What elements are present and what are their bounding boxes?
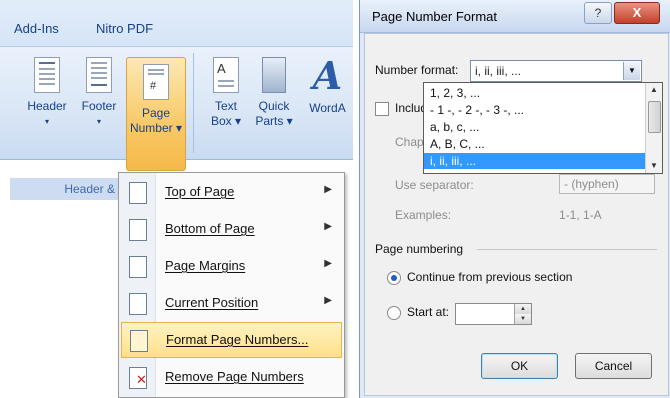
submenu-arrow-icon: ▶ [324,258,332,269]
start-at-label: Start at: [407,305,450,319]
examples-label: Examples: [395,208,452,222]
separator-select[interactable]: - (hyphen) [559,174,655,194]
start-at-radio[interactable] [387,306,401,320]
remove-page-numbers-icon: ✕ [129,367,147,389]
menu-item-label: Bottom of Page [165,221,255,236]
text-box-label-line2: Box ▾ [210,114,242,128]
chevron-down-icon[interactable]: ▼ [623,62,640,80]
use-separator-label: Use separator: [395,178,474,192]
number-format-option[interactable]: A, B, C, ... [428,136,635,152]
page-numbering-heading: Page numbering [375,242,464,256]
number-format-select[interactable]: i, ii, iii, ... ▼ [470,60,642,82]
quick-parts-button[interactable]: Quick Parts ▾ [252,53,296,133]
menu-item-label: Top of Page [165,184,235,199]
chevron-down-icon: ▾ [44,117,49,126]
footer-button[interactable]: Footer ▾ [76,53,122,133]
ribbon-insert-panel: Header ▾ Footer ▾ # Page Number ▾ A Text… [0,46,353,200]
quick-parts-icon [262,57,286,93]
submenu-arrow-icon: ▶ [324,184,332,195]
menu-item-top-of-page[interactable]: Top of Page ▶ [121,175,342,209]
number-format-dropdown-list: 1, 2, 3, ... - 1 -, - 2 -, - 3 -, ... a,… [423,82,663,174]
dialog-title-bar: Page Number Format ? X [360,0,670,33]
page-margins-icon [129,256,147,278]
page-number-label-line2: Number ▾ [129,121,183,135]
number-format-option[interactable]: 1, 2, 3, ... [428,85,635,101]
header-button[interactable]: Header ▾ [24,53,70,133]
word-ribbon: Add-Ins Nitro PDF Header ▾ Footer ▾ # Pa… [0,0,353,398]
tab-nitro-pdf[interactable]: Nitro PDF [96,21,153,36]
menu-item-label: Current Position [165,295,259,310]
spin-down-icon[interactable]: ▼ [514,314,531,324]
format-page-numbers-icon [130,330,148,352]
page-number-menu: Top of Page ▶ Bottom of Page ▶ Page Marg… [118,172,345,398]
submenu-arrow-icon: ▶ [324,221,332,232]
section-divider [477,249,657,250]
number-format-value: i, ii, iii, ... [475,64,522,78]
ok-button[interactable]: OK [481,353,558,379]
header-button-label: Header [27,99,67,113]
page-number-icon: # [143,64,169,100]
chevron-down-icon: ▾ [96,117,101,126]
number-format-label: Number format: [375,63,459,77]
help-button[interactable]: ? [584,2,612,24]
continue-radio[interactable] [387,271,401,285]
examples-value: 1-1, 1-A [559,208,602,222]
footer-button-label: Footer [81,99,117,113]
continue-label: Continue from previous section [407,270,573,284]
dialog-title: Page Number Format [372,9,497,24]
list-scrollbar[interactable]: ▲ ▼ [645,83,662,173]
scroll-down-icon[interactable]: ▼ [646,159,662,173]
scrollbar-thumb[interactable] [648,101,661,133]
separator-value: - (hyphen) [564,177,619,191]
menu-item-page-margins[interactable]: Page Margins ▶ [121,249,342,283]
menu-item-label: Page Margins [165,258,246,273]
bottom-of-page-icon [129,219,147,241]
dialog-body: Number format: i, ii, iii, ... ▼ 1, 2, 3… [364,33,669,396]
page-number-label-line1: Page [141,106,171,120]
top-of-page-icon [129,182,147,204]
wordart-button[interactable]: A WordA [302,53,353,133]
menu-item-remove-page-numbers[interactable]: ✕ Remove Page Numbers [121,360,342,394]
menu-item-current-position[interactable]: Current Position ▶ [121,286,342,320]
page-number-format-dialog: Page Number Format ? X Number format: i,… [359,0,670,398]
include-chapter-checkbox[interactable] [375,102,389,116]
text-box-label-line1: Text [214,99,237,113]
menu-item-label: Remove Page Numbers [165,369,304,384]
quick-parts-label-line1: Quick [258,99,290,113]
start-at-spinner[interactable]: ▲ ▼ [455,303,532,325]
group-separator [193,53,194,153]
number-format-option-selected[interactable]: i, ii, iii, ... [424,153,645,169]
close-button[interactable]: X [614,2,660,24]
menu-item-bottom-of-page[interactable]: Bottom of Page ▶ [121,212,342,246]
number-format-option[interactable]: a, b, c, ... [428,119,635,135]
quick-parts-label-line2: Parts ▾ [255,114,293,128]
text-box-icon: A [213,57,239,93]
cancel-button[interactable]: Cancel [575,353,652,379]
wordart-label: WordA [309,101,346,115]
menu-item-format-page-numbers[interactable]: Format Page Numbers... [121,322,342,358]
header-icon [34,57,60,93]
submenu-arrow-icon: ▶ [324,295,332,306]
number-format-option[interactable]: - 1 -, - 2 -, - 3 -, ... [428,102,635,118]
text-box-button[interactable]: A Text Box ▾ [206,53,246,133]
tab-add-ins[interactable]: Add-Ins [14,21,59,36]
ribbon-tab-bar: Add-Ins Nitro PDF [0,0,353,46]
scroll-up-icon[interactable]: ▲ [646,83,662,97]
current-position-icon [129,293,147,315]
wordart-icon: A [312,53,343,98]
spin-up-icon[interactable]: ▲ [514,304,531,314]
menu-item-label: Format Page Numbers... [166,332,309,347]
page-number-button[interactable]: # Page Number ▾ [126,57,186,171]
footer-icon [86,57,112,93]
